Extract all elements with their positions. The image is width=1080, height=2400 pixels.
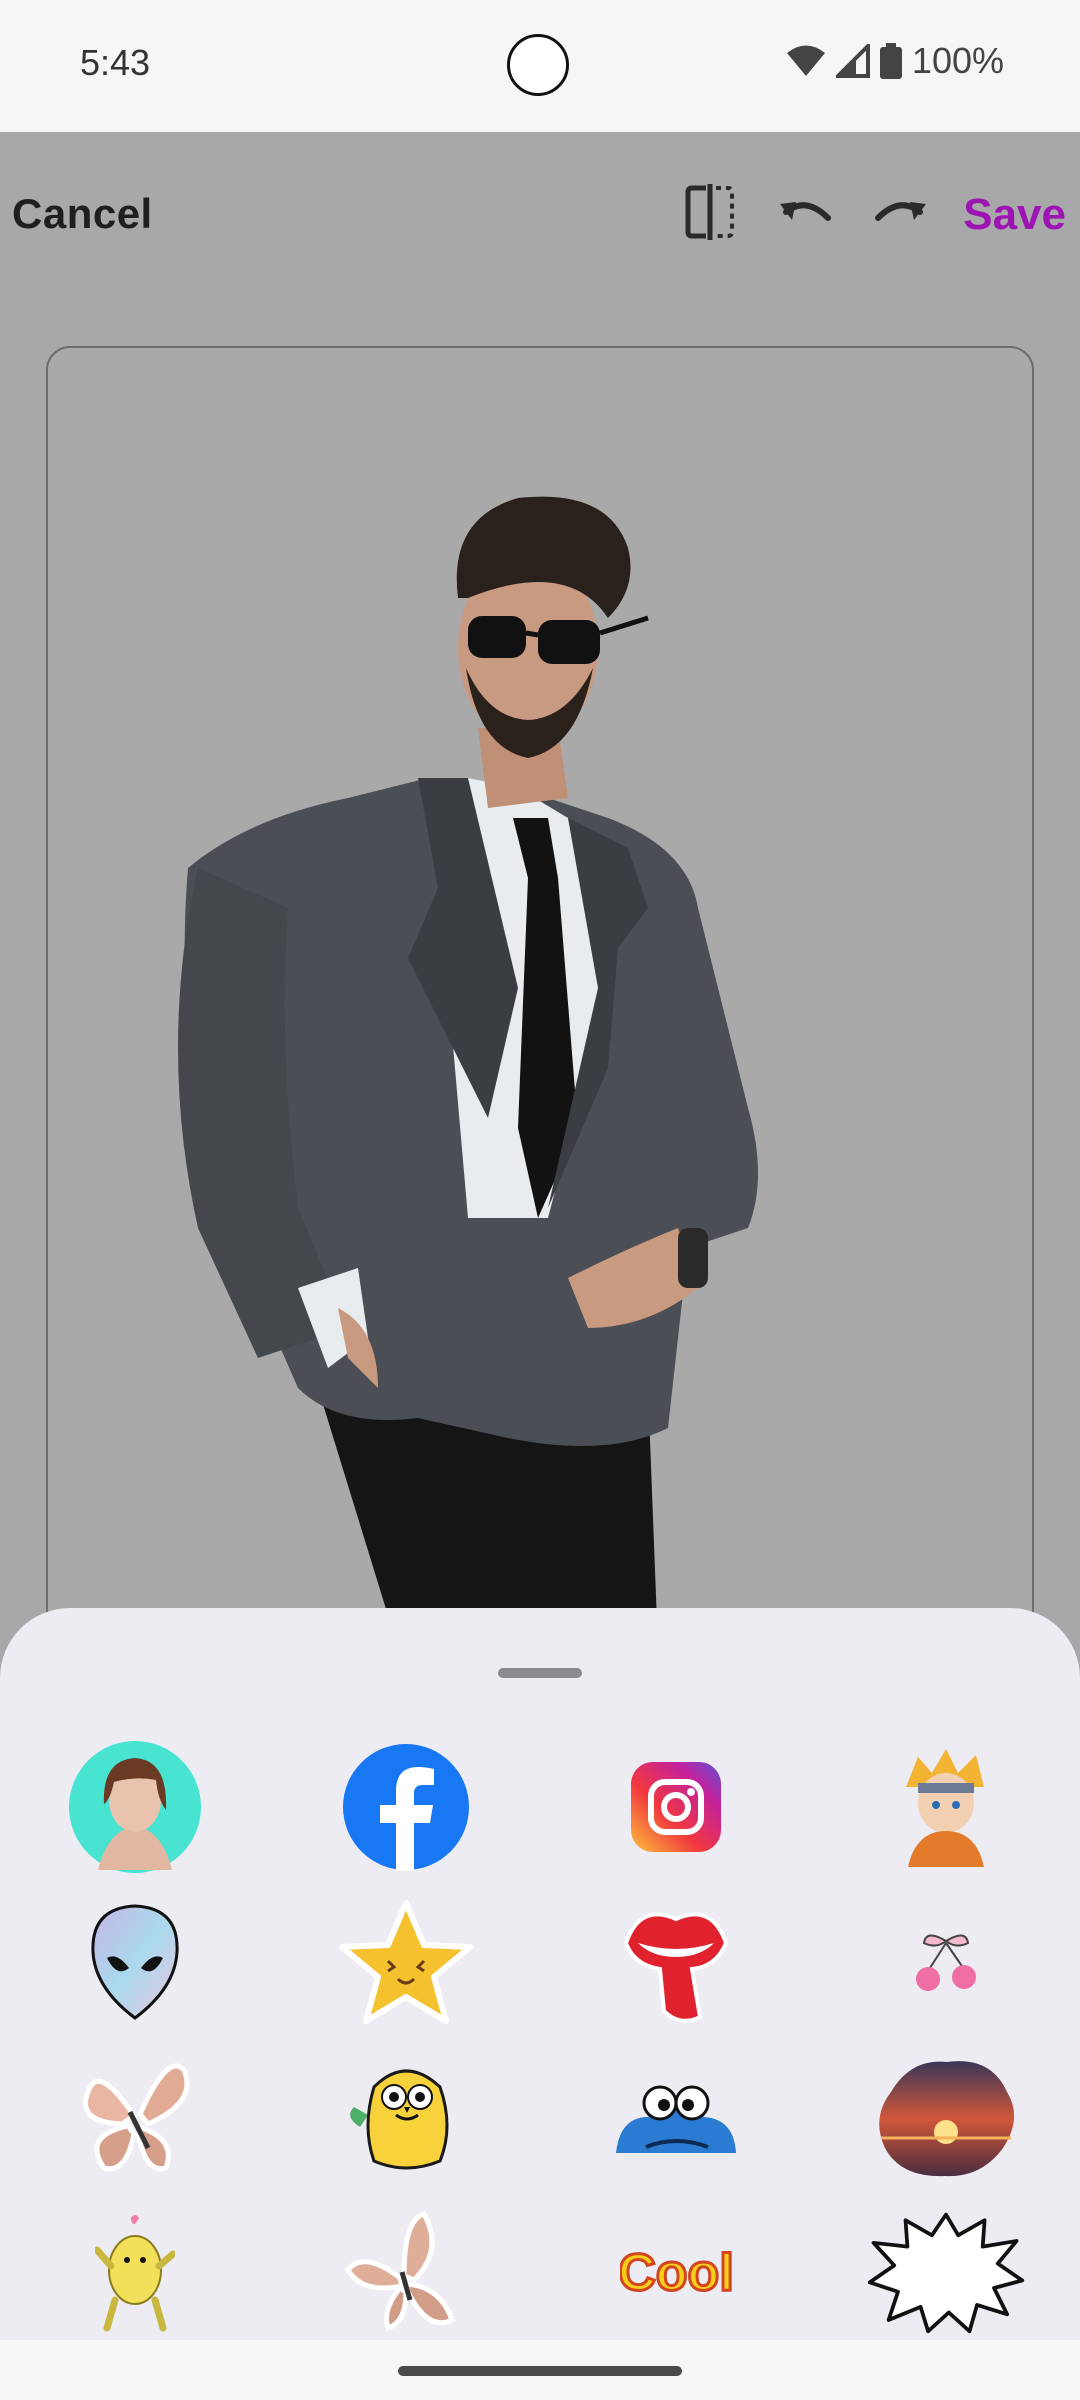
battery-percent: 100% (911, 40, 1004, 81)
cherries-bow-sticker[interactable] (866, 1887, 1026, 2037)
cancel-button[interactable]: Cancel (12, 190, 153, 238)
holographic-alien-sticker[interactable] (55, 1887, 215, 2037)
cool-text-label: Cool (620, 2244, 732, 2302)
redo-icon[interactable] (870, 182, 930, 242)
woman-portrait-sticker[interactable] (55, 1732, 215, 1882)
sticker-sheet: Cool (0, 1608, 1080, 2400)
photo-man-in-suit[interactable] (48, 348, 1034, 1646)
butterfly-sticker[interactable] (55, 2042, 215, 2192)
cool-text-sticker[interactable]: Cool (596, 2197, 756, 2347)
lips-tongue-sticker[interactable] (596, 1887, 756, 2037)
undo-icon[interactable] (776, 182, 836, 242)
blue-monster-sticker[interactable] (596, 2042, 756, 2192)
status-icons: 100% (786, 40, 1004, 82)
compare-icon[interactable] (680, 182, 740, 242)
status-bar: 5:43 100% (0, 0, 1080, 132)
butterfly-2-sticker[interactable] (326, 2197, 486, 2347)
wifi-icon (786, 44, 826, 78)
signal-icon (835, 44, 870, 78)
save-button[interactable]: Save (963, 190, 1066, 240)
camera-cutout (507, 34, 569, 96)
smiling-star-sticker[interactable] (326, 1887, 486, 2037)
editor-canvas[interactable] (46, 346, 1034, 1646)
home-gesture-pill[interactable] (398, 2366, 682, 2376)
facebook-logo-sticker[interactable] (326, 1732, 486, 1882)
speech-burst-sticker[interactable] (866, 2197, 1026, 2347)
dancing-creature-sticker[interactable] (55, 2197, 215, 2347)
anime-boy-sticker[interactable] (866, 1732, 1026, 1882)
sunset-clouds-sticker[interactable] (866, 2042, 1026, 2192)
sheet-drag-handle[interactable] (498, 1668, 582, 1678)
status-time: 5:43 (80, 42, 151, 83)
battery-icon (879, 43, 902, 79)
navigation-bar (0, 2340, 1080, 2400)
instagram-logo-sticker[interactable] (596, 1732, 756, 1882)
editor-toolbar: Cancel Save (0, 132, 1080, 292)
yellow-dog-sticker[interactable] (326, 2042, 486, 2192)
